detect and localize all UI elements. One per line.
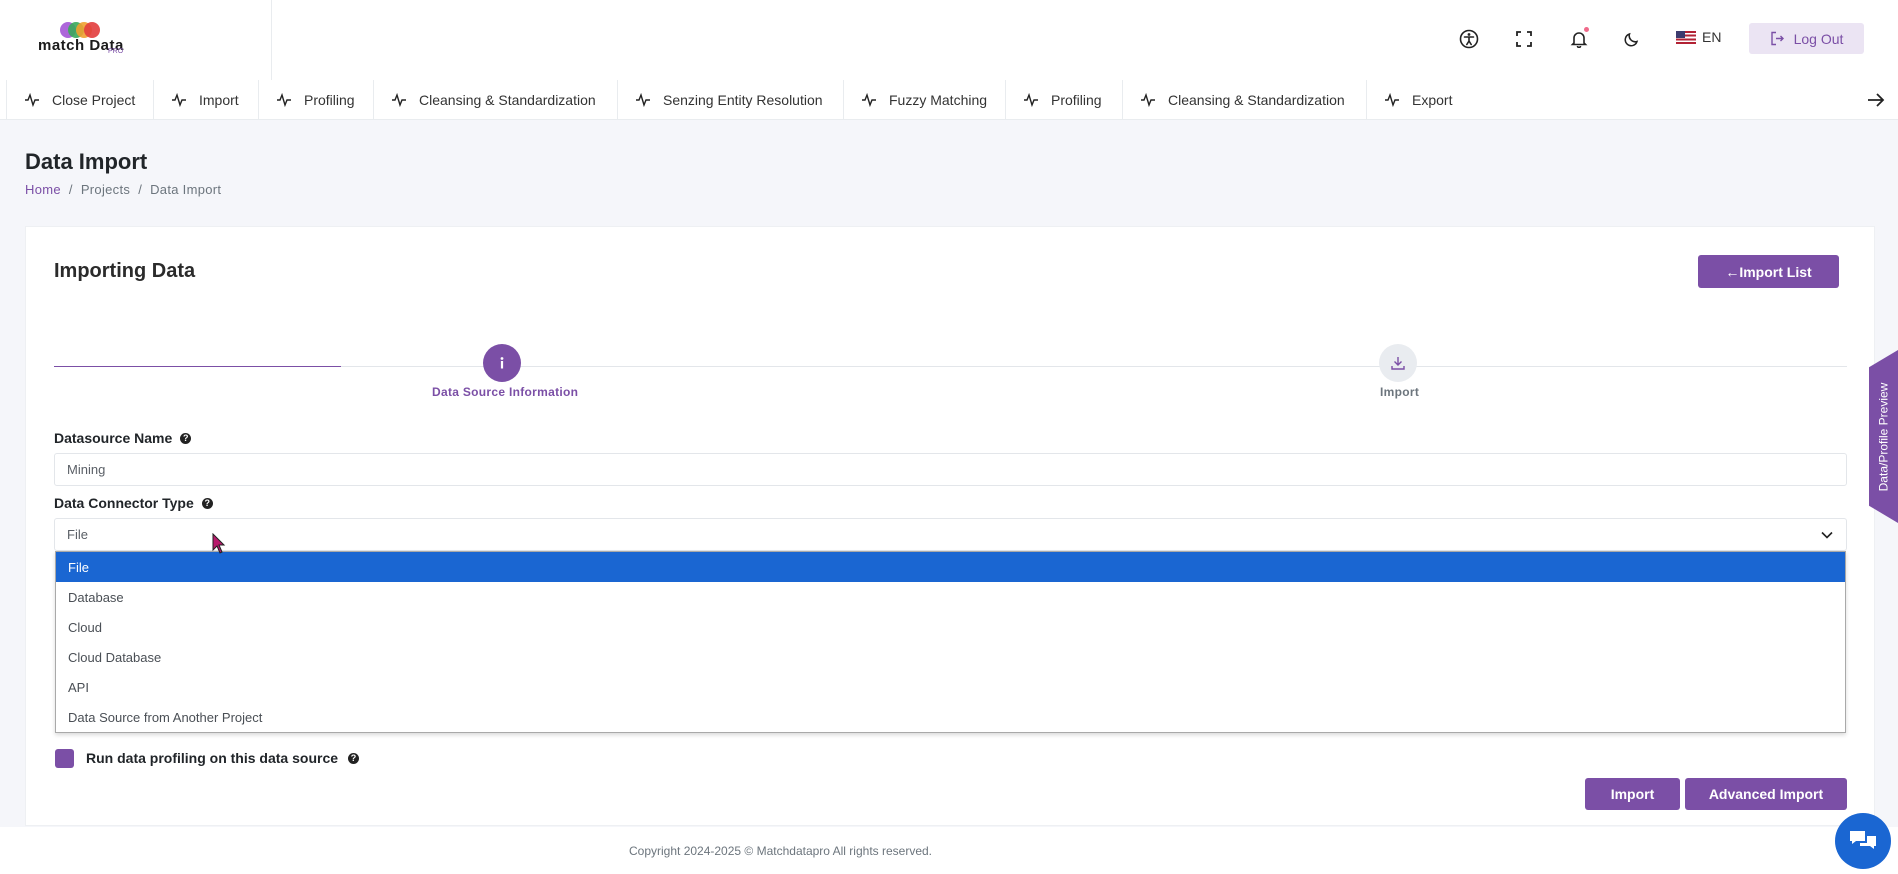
option-file[interactable]: File [56,552,1845,582]
breadcrumb-projects[interactable]: Projects [81,182,130,197]
project-nav: Close Project Import Profiling Cleansing… [0,80,1898,120]
breadcrumb-separator: / [68,182,73,197]
activity-icon [1385,93,1399,107]
fullscreen-icon[interactable] [1512,27,1536,51]
language-code: EN [1702,29,1722,45]
label-text: Run data profiling on this data source [86,750,339,766]
profiling-checkbox-label: Run data profiling on this data source ? [86,750,360,766]
tab-label: Profiling [304,92,355,108]
connector-type-dropdown: File Database Cloud Cloud Database API D… [55,551,1846,733]
question-circle-icon[interactable]: ? [180,432,192,444]
label-text: Datasource Name [54,430,173,446]
step-import[interactable] [1379,344,1417,382]
logo-mark [60,22,100,38]
datasource-name-label: Datasource Name ? [54,430,192,446]
step-label-data-source-info: Data Source Information [432,385,579,399]
logout-button[interactable]: Log Out [1749,23,1864,54]
option-database[interactable]: Database [56,582,1845,612]
option-another-project[interactable]: Data Source from Another Project [56,702,1845,732]
question-circle-icon[interactable]: ? [201,497,213,509]
tab-cleansing-standardization[interactable]: Cleansing & Standardization [373,80,596,120]
question-circle-icon[interactable]: ? [348,752,360,764]
tab-label: Cleansing & Standardization [419,92,596,108]
logout-icon [1770,31,1784,46]
option-cloud-database[interactable]: Cloud Database [56,642,1845,672]
us-flag-icon [1676,30,1696,44]
footer [0,827,1898,874]
activity-icon [1141,93,1155,107]
import-list-button[interactable]: ←Import List [1698,255,1839,288]
breadcrumb-current: Data Import [150,182,222,197]
tab-close-project[interactable]: Close Project [6,80,135,120]
breadcrumb-home[interactable]: Home [25,182,61,197]
import-button[interactable]: Import [1585,778,1680,810]
page-title: Data Import [25,149,148,174]
tab-label: Senzing Entity Resolution [663,92,823,108]
step-data-source-info[interactable] [483,344,521,382]
stepper-progress [54,366,341,367]
dark-mode-moon-icon[interactable] [1620,27,1644,51]
activity-icon [862,93,876,107]
mouse-cursor-icon [212,533,226,554]
nav-scroll-right-arrow-icon[interactable] [1864,88,1888,112]
chevron-down-icon [1821,531,1833,539]
top-header: match Data PRO EN Log Out [0,0,1898,80]
step-label-import: Import [1380,385,1420,399]
activity-icon [277,93,291,107]
activity-icon [172,93,186,107]
card-title: Importing Data [54,260,196,282]
bell-icon[interactable] [1567,27,1591,51]
option-cloud[interactable]: Cloud [56,612,1845,642]
download-icon [1391,357,1405,370]
breadcrumb-separator: / [138,182,143,197]
logo-pro: PRO [108,48,124,55]
info-icon [500,357,504,369]
select-value: File [67,527,88,542]
tab-senzing-entity-resolution[interactable]: Senzing Entity Resolution [617,80,823,120]
logout-label: Log Out [1793,30,1844,47]
tab-label: Cleansing & Standardization [1168,92,1345,108]
activity-icon [1024,93,1038,107]
tab-label: Profiling [1051,92,1102,108]
datasource-name-input[interactable]: Mining [54,453,1847,486]
activity-icon [392,93,406,107]
advanced-import-button[interactable]: Advanced Import [1685,778,1847,810]
tab-cleansing-standardization-2[interactable]: Cleansing & Standardization [1122,80,1345,120]
breadcrumb: Home / Projects / Data Import [25,182,221,197]
side-tab-label: Data/Profile Preview [1876,382,1891,491]
profiling-checkbox[interactable] [55,749,74,768]
chat-bubbles-icon [1850,831,1876,849]
copyright-text: Copyright 2024-2025 © Matchdatapro All r… [629,844,933,858]
connector-type-select[interactable]: File [54,518,1847,551]
data-profile-preview-tab[interactable]: Data/Profile Preview [1869,350,1898,523]
tab-profiling-2[interactable]: Profiling [1005,80,1102,120]
language-selector[interactable]: EN [1676,29,1721,45]
connector-type-label: Data Connector Type ? [54,495,213,511]
tab-label: Fuzzy Matching [889,92,988,108]
option-api[interactable]: API [56,672,1845,702]
tab-label: Close Project [52,92,136,108]
activity-icon [636,93,650,107]
tab-profiling[interactable]: Profiling [258,80,355,120]
tab-export[interactable]: Export [1366,80,1452,120]
tab-fuzzy-matching[interactable]: Fuzzy Matching [843,80,987,120]
label-text: Data Connector Type [54,495,194,511]
chat-button[interactable] [1835,813,1891,869]
tab-label: Export [1412,92,1453,108]
notification-dot [1584,27,1589,32]
logo-area[interactable]: match Data PRO [0,0,272,80]
tab-label: Import [199,92,239,108]
accessibility-icon[interactable] [1457,27,1481,51]
activity-icon [25,93,39,107]
tab-import[interactable]: Import [153,80,239,120]
